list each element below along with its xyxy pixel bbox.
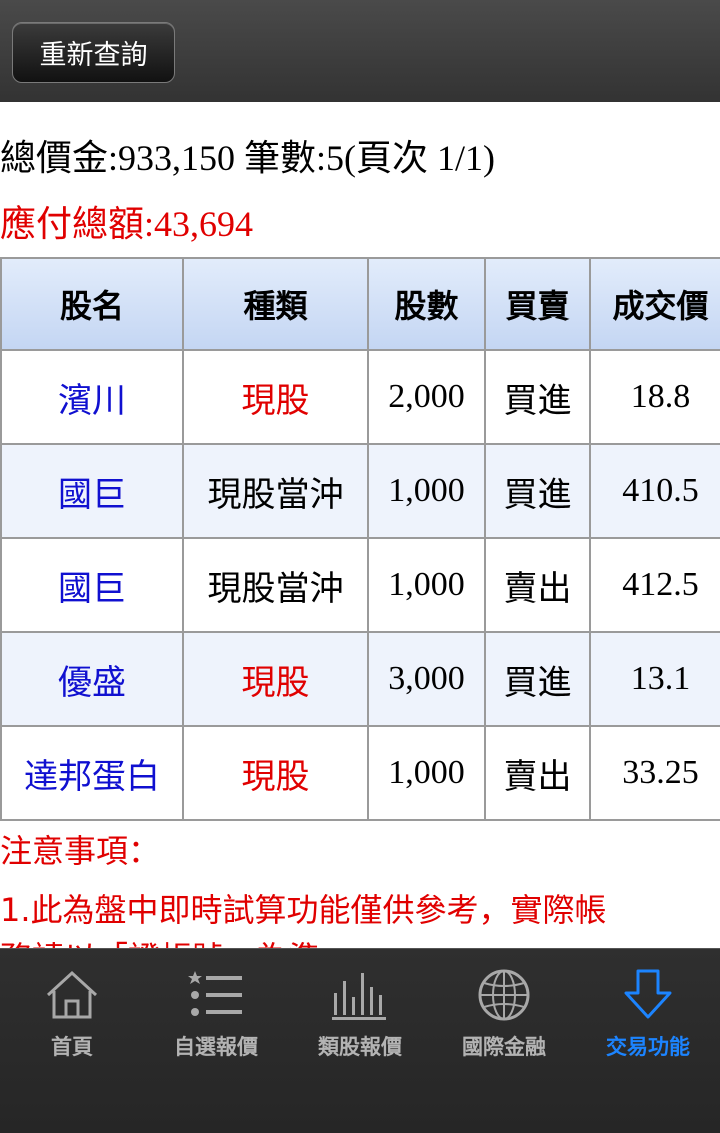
- share-count: 1,000: [367, 725, 486, 821]
- requery-button[interactable]: 重新查詢: [12, 22, 175, 83]
- stock-name[interactable]: 達邦蛋白: [0, 725, 184, 821]
- tab-label: 國際金融: [462, 1035, 546, 1059]
- table-row[interactable]: 達邦蛋白 現股 1,000 賣出 33.25: [0, 725, 720, 821]
- share-count: 3,000: [367, 631, 486, 727]
- stock-name[interactable]: 國巨: [0, 537, 184, 633]
- total-amount-summary: 總價金:933,150 筆數:5(頁次 1/1): [0, 138, 495, 178]
- trade-price: 412.5: [589, 537, 720, 633]
- tab-label: 交易功能: [606, 1035, 690, 1059]
- table-row[interactable]: 國巨 現股當沖 1,000 賣出 412.5: [0, 537, 720, 633]
- order-type: 現股當沖: [182, 443, 369, 539]
- table-header-row: 股名 種類 股數 買賣 成交價: [0, 257, 720, 351]
- tab-international-finance[interactable]: 國際金融: [432, 949, 576, 1133]
- trade-price: 410.5: [589, 443, 720, 539]
- order-type: 現股: [182, 631, 369, 727]
- notice-text-line: 1.此為盤中即時試算功能僅供參考，實際帳: [0, 891, 607, 929]
- col-header-side: 買賣: [484, 257, 591, 351]
- table-row[interactable]: 國巨 現股當沖 1,000 買進 410.5: [0, 443, 720, 539]
- tab-home[interactable]: 首頁: [0, 949, 144, 1133]
- table-row[interactable]: 優盛 現股 3,000 買進 13.1: [0, 631, 720, 727]
- trade-side: 賣出: [484, 725, 591, 821]
- share-count: 2,000: [367, 349, 486, 445]
- starred-list-icon: [188, 971, 242, 1016]
- order-type: 現股: [182, 725, 369, 821]
- stock-name[interactable]: 濱川: [0, 349, 184, 445]
- trade-side: 買進: [484, 631, 591, 727]
- order-type: 現股: [182, 349, 369, 445]
- trades-table: 股名 種類 股數 買賣 成交價 濱川 現股 2,000 買進 18.8 國巨 現…: [0, 257, 720, 821]
- trade-side: 賣出: [484, 537, 591, 633]
- trade-price: 33.25: [589, 725, 720, 821]
- col-header-type: 種類: [182, 257, 369, 351]
- tab-trading-functions[interactable]: 交易功能: [576, 949, 720, 1133]
- col-header-name: 股名: [0, 257, 184, 351]
- share-count: 1,000: [367, 537, 486, 633]
- tab-label: 類股報價: [318, 1035, 402, 1059]
- bottom-tab-bar: 首頁 自選報價 類股報價 國際金融 交易功能: [0, 948, 720, 1133]
- home-icon: [46, 970, 98, 1019]
- top-toolbar: 重新查詢: [0, 0, 720, 102]
- notice-title: 注意事項：: [0, 832, 161, 870]
- download-arrow-icon: [624, 969, 672, 1019]
- tab-label: 首頁: [51, 1035, 93, 1059]
- payable-total: 應付總額:43,694: [0, 204, 254, 244]
- col-header-shares: 股數: [367, 257, 486, 351]
- trade-price: 13.1: [589, 631, 720, 727]
- order-type: 現股當沖: [182, 537, 369, 633]
- stock-name[interactable]: 國巨: [0, 443, 184, 539]
- tab-label: 自選報價: [174, 1035, 258, 1059]
- trade-side: 買進: [484, 349, 591, 445]
- trade-side: 買進: [484, 443, 591, 539]
- share-count: 1,000: [367, 443, 486, 539]
- trade-price: 18.8: [589, 349, 720, 445]
- tab-watchlist-quotes[interactable]: 自選報價: [144, 949, 288, 1133]
- stock-name[interactable]: 優盛: [0, 631, 184, 727]
- bar-chart-icon: [332, 973, 386, 1020]
- table-row[interactable]: 濱川 現股 2,000 買進 18.8: [0, 349, 720, 445]
- col-header-price: 成交價: [589, 257, 720, 351]
- globe-icon: [478, 969, 530, 1021]
- tab-sector-quotes[interactable]: 類股報價: [288, 949, 432, 1133]
